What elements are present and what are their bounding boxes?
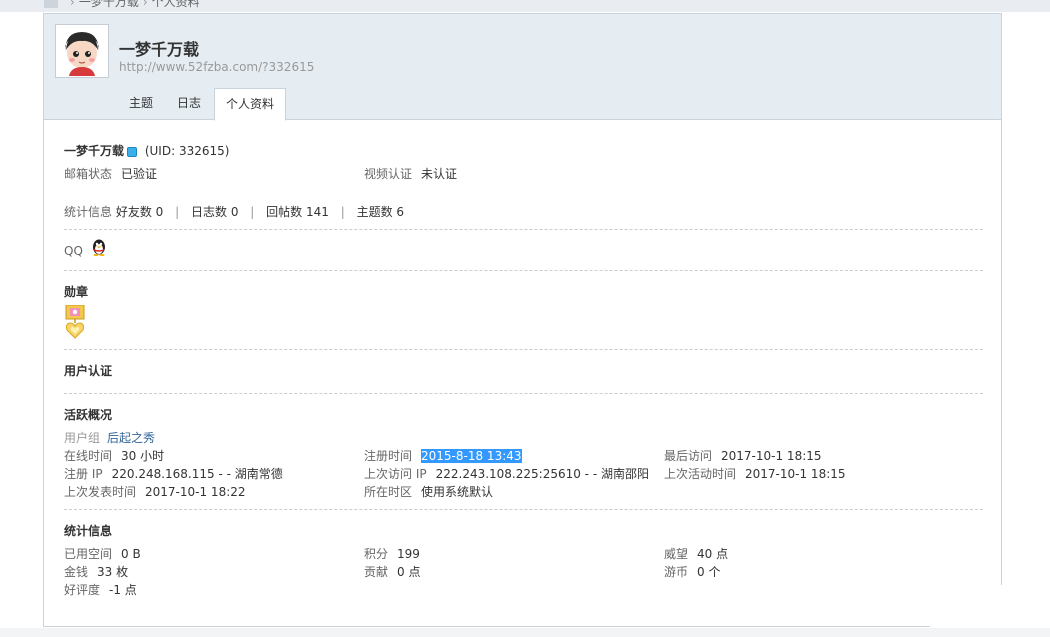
game-coins-label: 游币 — [664, 565, 689, 579]
last-visit: 最后访问 2017-10-1 18:15 — [664, 447, 822, 464]
stats-separator: | — [175, 205, 180, 219]
game-coins-value: 0 个 — [697, 565, 721, 579]
timezone: 所在时区 使用系统默认 — [364, 483, 493, 500]
online-time-label: 在线时间 — [64, 449, 113, 463]
video-status: 视频认证 未认证 — [364, 165, 457, 182]
money: 金钱 33 枚 — [64, 563, 128, 580]
stats-separator: | — [250, 205, 255, 219]
online-time-value: 30 小时 — [121, 449, 165, 463]
rating-value: -1 点 — [109, 583, 137, 597]
stats-separator: | — [340, 205, 345, 219]
breadcrumb-current: 个人资料 — [151, 0, 200, 9]
game-coins: 游币 0 个 — [664, 563, 720, 580]
used-space: 已用空间 0 B — [64, 545, 141, 562]
last-active: 上次活动时间 2017-10-1 18:15 — [664, 465, 846, 482]
video-status-value: 未认证 — [421, 167, 458, 181]
email-status-value: 已验证 — [121, 167, 158, 181]
activity-title: 活跃概况 — [64, 408, 113, 422]
qq-penguin-icon[interactable] — [91, 238, 107, 259]
prestige: 威望 40 点 — [664, 545, 728, 562]
prestige-value: 40 点 — [697, 547, 729, 561]
money-value: 33 枚 — [97, 565, 129, 579]
register-ip: 注册 IP 220.248.168.115 - - 湖南常德 — [64, 465, 283, 482]
medals-title: 勋章 — [64, 285, 89, 299]
register-time: 注册时间 2015-8-18 13:43 — [364, 447, 522, 464]
profile-username: 一梦千万载 — [119, 40, 200, 59]
friends-count-link[interactable]: 好友数 0 — [116, 205, 163, 219]
divider — [64, 393, 983, 394]
profile-header: 一梦千万载 http://www.52fzba.com/?332615 主题 日… — [44, 14, 1001, 121]
identity-uid: (UID: 332615) — [144, 144, 230, 158]
register-time-value: 2015-8-18 13:43 — [421, 449, 522, 463]
last-visit-label: 最后访问 — [664, 449, 713, 463]
last-visit-ip-value: 222.243.108.225:25610 - - 湖南邵阳 — [435, 467, 649, 481]
user-verification-title: 用户认证 — [64, 364, 113, 378]
last-post: 上次发表时间 2017-10-1 18:22 — [64, 483, 246, 500]
user-group-label: 用户组 — [64, 431, 101, 445]
breadcrumb: › 一梦千万载 › 个人资料 — [44, 0, 200, 10]
last-visit-ip-label: 上次访问 IP — [364, 467, 427, 481]
blogs-count-link[interactable]: 日志数 0 — [191, 205, 238, 219]
replies-count-link[interactable]: 回帖数 141 — [266, 205, 329, 219]
profile-panel: 一梦千万载 http://www.52fzba.com/?332615 主题 日… — [43, 13, 1002, 627]
qq-label: QQ — [64, 244, 83, 258]
stats-line-label: 统计信息 — [64, 205, 113, 219]
last-active-value: 2017-10-1 18:15 — [745, 467, 846, 481]
qq-row: QQ — [64, 244, 83, 258]
points-label: 积分 — [364, 547, 389, 561]
used-space-value: 0 B — [121, 547, 141, 561]
stats-line: 统计信息 好友数 0 | 日志数 0 | 回帖数 141 | 主题数 6 — [64, 203, 404, 220]
avatar[interactable] — [55, 24, 109, 78]
timezone-label: 所在时区 — [364, 485, 413, 499]
tab-blog[interactable]: 日志 — [177, 88, 201, 119]
breadcrumb-user-link[interactable]: 一梦千万载 — [79, 0, 139, 9]
rating-label: 好评度 — [64, 583, 101, 597]
statistics-title: 统计信息 — [64, 524, 113, 538]
user-group: 用户组 后起之秀 — [64, 429, 155, 446]
last-post-label: 上次发表时间 — [64, 485, 137, 499]
divider — [64, 349, 983, 350]
points-value: 199 — [397, 547, 420, 561]
identity-name: 一梦千万载 — [64, 144, 125, 158]
last-post-value: 2017-10-1 18:22 — [145, 485, 246, 499]
points: 积分 199 — [364, 545, 420, 562]
home-icon[interactable] — [44, 0, 58, 8]
contribution-value: 0 点 — [397, 565, 421, 579]
tab-topics[interactable]: 主题 — [129, 88, 153, 119]
email-status: 邮箱状态 已验证 — [64, 165, 157, 182]
user-group-link[interactable]: 后起之秀 — [107, 431, 155, 445]
used-space-label: 已用空间 — [64, 547, 113, 561]
verified-badge-icon — [127, 146, 138, 157]
contribution-label: 贡献 — [364, 565, 389, 579]
last-visit-ip: 上次访问 IP 222.243.108.225:25610 - - 湖南邵阳 — [364, 465, 649, 482]
email-status-label: 邮箱状态 — [64, 167, 113, 181]
identity-line: 一梦千万载 (UID: 332615) — [64, 142, 229, 159]
topics-count-link[interactable]: 主题数 6 — [357, 205, 404, 219]
register-ip-value: 220.248.168.115 - - 湖南常德 — [111, 467, 283, 481]
avatar-cartoon-icon — [57, 26, 107, 76]
space-url-link[interactable]: http://www.52fzba.com/?332615 — [119, 60, 314, 74]
prestige-label: 威望 — [664, 547, 689, 561]
last-visit-value: 2017-10-1 18:15 — [721, 449, 822, 463]
money-label: 金钱 — [64, 565, 89, 579]
video-status-label: 视频认证 — [364, 167, 413, 181]
bottom-background — [0, 628, 1050, 637]
register-time-label: 注册时间 — [364, 449, 413, 463]
timezone-value: 使用系统默认 — [421, 485, 494, 499]
register-ip-label: 注册 IP — [64, 467, 103, 481]
last-active-label: 上次活动时间 — [664, 467, 737, 481]
online-time: 在线时间 30 小时 — [64, 447, 164, 464]
divider — [64, 229, 983, 230]
contribution: 贡献 0 点 — [364, 563, 420, 580]
divider — [64, 270, 983, 271]
divider — [64, 509, 983, 510]
medal-icon[interactable] — [65, 304, 85, 342]
rating: 好评度 -1 点 — [64, 581, 137, 598]
tab-profile[interactable]: 个人资料 — [214, 88, 287, 121]
